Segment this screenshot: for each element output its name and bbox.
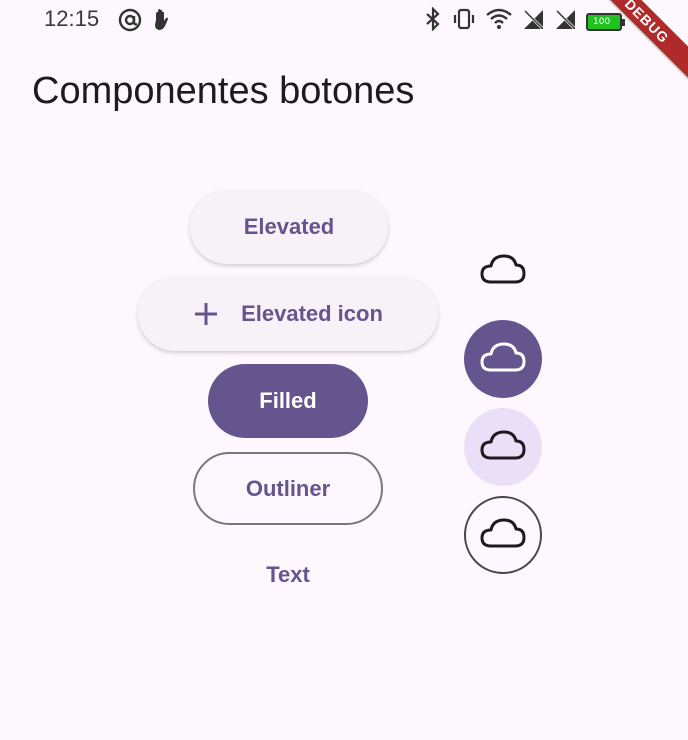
cloud-icon — [479, 517, 527, 554]
cloud-icon — [479, 341, 527, 378]
bluetooth-icon — [424, 6, 442, 36]
filled-button-label: Filled — [259, 388, 317, 413]
vibrate-icon — [452, 7, 476, 36]
tonal-icon-button[interactable] — [464, 408, 542, 486]
at-sign-icon — [118, 8, 142, 37]
elevated-button[interactable]: Elevated — [190, 190, 388, 264]
standard-icon-button[interactable] — [464, 232, 542, 310]
no-signal-icon — [522, 8, 544, 35]
page-title: Componentes botones — [32, 70, 415, 112]
battery-level: 100 — [593, 16, 611, 27]
elevated-button-label: Elevated — [243, 214, 335, 239]
battery-icon: 100 — [586, 12, 625, 31]
add-icon — [193, 301, 219, 327]
no-signal-icon — [554, 8, 576, 35]
outlined-button-label: Outliner — [245, 475, 331, 501]
filled-icon-button[interactable] — [464, 320, 542, 398]
status-left-icons — [118, 8, 174, 37]
status-time: 12:15 — [44, 6, 100, 31]
text-button[interactable]: Text — [228, 540, 348, 610]
text-button-label: Text — [266, 562, 310, 587]
elevated-icon-button-label: Elevated icon — [241, 301, 383, 326]
outlined-icon-button[interactable] — [464, 496, 542, 574]
status-right-icons: 100 — [424, 6, 625, 36]
wifi-icon — [486, 8, 512, 35]
status-bar: 12:15 100 DEBUG — [0, 0, 688, 82]
hand-icon — [150, 8, 174, 37]
outlined-button[interactable]: Outliner — [193, 452, 383, 525]
cloud-icon — [479, 429, 527, 466]
cloud-icon — [479, 253, 527, 290]
filled-button[interactable]: Filled — [208, 364, 368, 438]
elevated-icon-button[interactable]: Elevated icon — [138, 277, 438, 351]
